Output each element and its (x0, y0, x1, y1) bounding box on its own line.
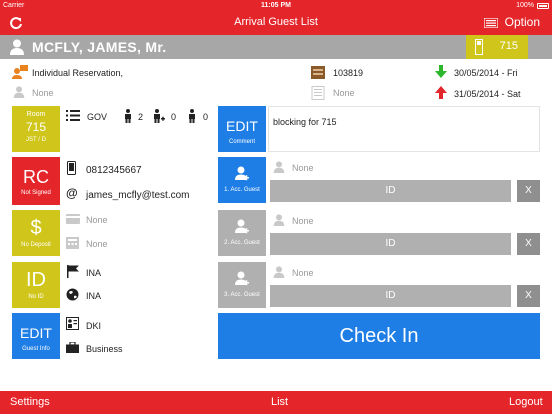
person-icon (10, 39, 24, 55)
acc-guest-id-button[interactable]: ID (270, 233, 511, 255)
card-icon (66, 214, 80, 224)
guest-name: MCFLY, JAMES, Mr. (32, 39, 167, 55)
battery-icon (537, 3, 549, 9)
settings-tab[interactable]: Settings (10, 396, 50, 408)
contact-person-icon (13, 86, 25, 98)
acc-person-icon (273, 161, 285, 173)
acc-guest-remove-button[interactable]: X (517, 285, 540, 307)
adult-icon (124, 109, 132, 123)
deposit-tile[interactable]: $ No Deposit (12, 210, 60, 256)
acc-guest-label: 3. Acc. Guest (224, 292, 260, 298)
guest-header: MCFLY, JAMES, Mr. 715 (0, 35, 552, 59)
nav-bar: Arrival Guest List Option (0, 11, 552, 35)
arrival-arrow-icon (435, 65, 447, 78)
acc-guest-button-2[interactable]: 2. Acc. Guest (218, 210, 266, 256)
purpose-value: Business (86, 344, 123, 354)
acc-guest-label: 2. Acc. Guest (224, 240, 260, 246)
page-title: Arrival Guest List (234, 16, 318, 28)
edit-guest-info-button[interactable]: EDIT Guest Info (12, 313, 60, 359)
room-tile-number: 715 (25, 120, 47, 134)
child-icon (153, 109, 165, 123)
infants-count: 0 (203, 112, 209, 122)
globe-icon (66, 288, 79, 301)
option-list-icon[interactable] (484, 18, 498, 28)
comment-text: blocking for 715 (273, 117, 337, 127)
check-in-button[interactable]: Check In (218, 313, 540, 359)
room-tile[interactable]: Room 715 JST / D (12, 106, 60, 152)
rc-tile[interactable]: RC Not Signed (12, 157, 60, 205)
battery-label: 100% (516, 2, 534, 9)
list-tab[interactable]: List (271, 396, 288, 408)
id-tile[interactable]: ID No ID (12, 262, 60, 308)
reservation-book-icon (311, 66, 325, 79)
rc-tile-title: RC (23, 167, 49, 187)
briefcase-icon (66, 342, 79, 353)
check-in-label: Check In (339, 325, 419, 347)
room-tile-title: Room (26, 111, 46, 118)
door-icon (475, 39, 483, 55)
room-tile-sub: JST / D (26, 137, 46, 143)
bottom-tab-bar: Settings List Logout (0, 391, 552, 414)
nationality: INA (86, 268, 102, 278)
acc-guest-id-button[interactable]: ID (270, 285, 511, 307)
logout-tab[interactable]: Logout (509, 396, 543, 408)
contact-value: None (32, 88, 54, 98)
option-button[interactable]: Option (505, 15, 540, 29)
country: INA (86, 291, 102, 301)
email-address: james_mcfly@test.com (86, 190, 190, 201)
edit-guest-info-sub: Guest Info (22, 346, 50, 352)
deposit-line1: None (86, 215, 108, 225)
acc-guest-name: None (292, 163, 314, 173)
edit-comment-button[interactable]: EDIT Comment (218, 106, 266, 152)
segment-value: DKI (86, 321, 102, 331)
acc-guest-remove-button[interactable]: X (517, 233, 540, 255)
children-count: 0 (171, 112, 177, 122)
deposit-tile-sub: No Deposit (21, 242, 51, 248)
reservation-type: Individual Reservation, (32, 68, 124, 78)
room-badge[interactable]: 715 (466, 35, 528, 59)
reservation-number2: None (333, 88, 355, 98)
calculator-icon (66, 237, 79, 249)
segment-icon (66, 317, 79, 330)
adults-count: 2 (138, 112, 144, 122)
deposit-line2: None (86, 239, 108, 249)
infant-icon (188, 109, 196, 123)
acc-person-icon (273, 214, 285, 226)
acc-guest-name: None (292, 268, 314, 278)
flag-icon (67, 265, 79, 278)
id-tile-sub: No ID (28, 294, 44, 300)
add-person-icon (235, 271, 249, 287)
rc-tile-sub: Not Signed (21, 190, 51, 196)
departure-date: 31/05/2014 - Sat (454, 89, 521, 99)
arrival-date: 30/05/2014 - Fri (454, 68, 518, 78)
edit-comment-title: EDIT (226, 118, 258, 134)
id-tile-title: ID (26, 269, 46, 291)
room-number: 715 (499, 40, 518, 52)
document-icon (311, 86, 325, 100)
acc-guest-label: 1. Acc. Guest (224, 187, 260, 193)
acc-guest-id-button[interactable]: ID (270, 180, 511, 202)
edit-comment-sub: Comment (228, 139, 255, 145)
comment-box: blocking for 715 (268, 106, 540, 152)
edit-guest-info-title: EDIT (20, 325, 52, 341)
status-time: 11:05 PM (261, 2, 291, 9)
add-person-icon (235, 219, 249, 235)
reservation-type-icon (12, 65, 28, 79)
phone-number: 0812345667 (86, 165, 142, 176)
acc-guest-name: None (292, 216, 314, 226)
status-bar: Carrier 11:05 PM 100% (0, 0, 552, 11)
acc-guest-button-1[interactable]: 1. Acc. Guest (218, 157, 266, 203)
reservation-number: 103819 (333, 68, 364, 78)
list-icon (66, 110, 80, 121)
departure-arrow-icon (435, 86, 447, 99)
acc-person-icon (273, 266, 285, 278)
rate-code: GOV (87, 112, 108, 122)
deposit-tile-title: $ (30, 217, 42, 239)
acc-guest-button-3[interactable]: 3. Acc. Guest (218, 262, 266, 308)
add-person-icon (235, 166, 249, 182)
email-icon: @ (66, 186, 78, 200)
acc-guest-remove-button[interactable]: X (517, 180, 540, 202)
phone-icon (67, 161, 76, 175)
